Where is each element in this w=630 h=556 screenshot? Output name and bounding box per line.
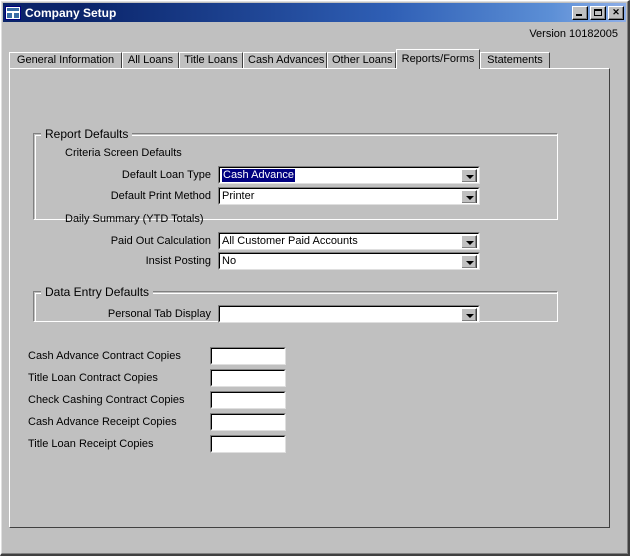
version-label: Version 10182005: [529, 28, 618, 40]
subheading-criteria-screen-defaults: Criteria Screen Defaults: [65, 147, 182, 159]
combo-default-print-method[interactable]: Printer: [218, 187, 480, 205]
label-insist-posting: Insist Posting: [145, 255, 211, 267]
close-icon: ✕: [612, 6, 620, 17]
title-bar[interactable]: Company Setup ✕: [3, 3, 626, 22]
label-personal-tab-display: Personal Tab Display: [107, 308, 211, 320]
group-report-defaults: Report Defaults Criteria Screen Defaults…: [33, 127, 558, 270]
form-window-icon: [5, 5, 21, 20]
subheading-daily-summary: Daily Summary (YTD Totals): [65, 213, 204, 225]
label-title-loan-receipt-copies: Title Loan Receipt Copies: [28, 438, 154, 450]
tab-other-loans[interactable]: Other Loans: [327, 52, 396, 69]
tab-strip: General Information All Loans Title Loan…: [9, 49, 611, 69]
minimize-button[interactable]: [572, 5, 588, 20]
chevron-down-icon[interactable]: [461, 190, 477, 203]
combo-default-loan-type[interactable]: Cash Advance: [218, 166, 480, 184]
label-cash-advance-contract-copies: Cash Advance Contract Copies: [28, 350, 181, 362]
combo-default-loan-type-value: Cash Advance: [222, 169, 295, 182]
group-data-entry-defaults-title: Data Entry Defaults: [41, 285, 154, 299]
minimize-icon: [576, 13, 582, 16]
input-title-loan-contract-copies[interactable]: [210, 369, 286, 387]
tab-statements[interactable]: Statements: [480, 52, 550, 69]
input-cash-advance-contract-copies[interactable]: [210, 347, 286, 365]
label-cash-advance-receipt-copies: Cash Advance Receipt Copies: [28, 416, 177, 428]
tab-all-loans[interactable]: All Loans: [122, 52, 179, 69]
tab-page-reports-forms: Report Defaults Criteria Screen Defaults…: [9, 68, 610, 528]
chevron-down-icon[interactable]: [461, 308, 477, 321]
input-cash-advance-receipt-copies[interactable]: [210, 413, 286, 431]
input-title-loan-receipt-copies[interactable]: [210, 435, 286, 453]
window-title: Company Setup: [25, 5, 117, 20]
combo-insist-posting-value: No: [222, 255, 237, 267]
combo-personal-tab-display[interactable]: [218, 305, 480, 323]
combo-insist-posting[interactable]: No: [218, 252, 480, 270]
combo-paid-out-calculation-value: All Customer Paid Accounts: [222, 235, 358, 247]
maximize-icon: [594, 8, 602, 16]
client-area: Version 10182005 General Information All…: [3, 23, 626, 552]
company-setup-window: Company Setup ✕ Version 10182005 General…: [0, 0, 630, 556]
group-data-entry-defaults: Data Entry Defaults Personal Tab Display: [33, 285, 558, 323]
label-check-cashing-contract-copies: Check Cashing Contract Copies: [28, 394, 185, 406]
input-check-cashing-contract-copies[interactable]: [210, 391, 286, 409]
chevron-down-icon[interactable]: [461, 169, 477, 182]
group-report-defaults-title: Report Defaults: [41, 127, 133, 141]
maximize-button[interactable]: [590, 5, 606, 20]
tab-reports-forms[interactable]: Reports/Forms: [396, 49, 480, 69]
tab-title-loans[interactable]: Title Loans: [179, 52, 243, 69]
label-default-loan-type: Default Loan Type: [121, 169, 211, 181]
combo-paid-out-calculation[interactable]: All Customer Paid Accounts: [218, 232, 480, 250]
label-paid-out-calculation: Paid Out Calculation: [110, 235, 211, 247]
tab-general-information[interactable]: General Information: [9, 52, 122, 69]
combo-default-print-method-value: Printer: [222, 190, 255, 202]
label-default-print-method: Default Print Method: [110, 190, 211, 202]
label-title-loan-contract-copies: Title Loan Contract Copies: [28, 372, 158, 384]
chevron-down-icon[interactable]: [461, 255, 477, 268]
tab-cash-advances[interactable]: Cash Advances: [243, 52, 327, 69]
chevron-down-icon[interactable]: [461, 235, 477, 248]
close-button[interactable]: ✕: [608, 5, 624, 20]
